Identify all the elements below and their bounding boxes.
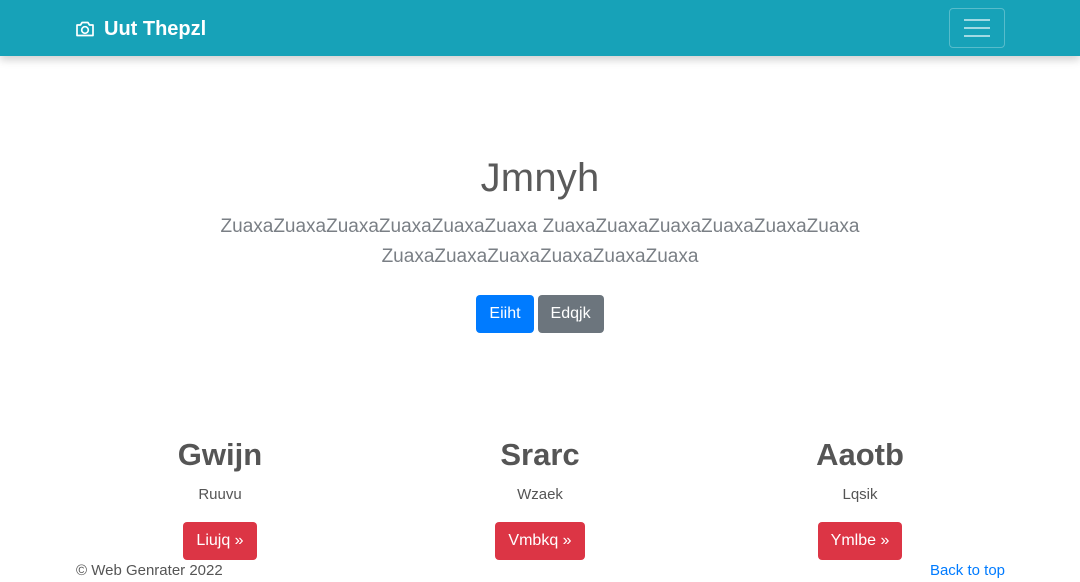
feature-button[interactable]: Liujq »	[183, 522, 257, 560]
feature-text: Wzaek	[517, 486, 563, 503]
feature-text: Lqsik	[842, 486, 878, 503]
feature-button[interactable]: Ymlbe »	[817, 522, 903, 560]
feature-column: Aaotb Lqsik Ymlbe »	[700, 432, 1020, 560]
hero-section: Jmnyh ZuaxaZuaxaZuaxaZuaxaZuaxaZuaxa Zua…	[0, 150, 1080, 333]
camera-icon	[75, 20, 95, 38]
hero-secondary-button[interactable]: Edqjk	[537, 295, 604, 333]
hero-title: Jmnyh	[480, 156, 600, 200]
feature-text: Ruuvu	[198, 486, 242, 503]
hero-lead: ZuaxaZuaxaZuaxaZuaxaZuaxaZuaxa ZuaxaZuax…	[220, 216, 860, 267]
feature-title: Srarc	[500, 437, 580, 472]
feature-button[interactable]: Vmbkq »	[495, 522, 585, 560]
hamburger-menu-icon	[964, 19, 990, 37]
navbar: Uut Thepzl	[0, 0, 1080, 56]
hero-buttons: Eiiht Edqjk	[0, 295, 1080, 333]
feature-title: Gwijn	[177, 437, 263, 472]
footer-copyright: © Web Genrater 2022	[76, 562, 223, 579]
feature-column: Srarc Wzaek Vmbkq »	[380, 432, 700, 560]
navbar-toggler-button[interactable]	[949, 8, 1005, 48]
back-to-top-link[interactable]: Back to top	[930, 561, 1005, 581]
features-row: Gwijn Ruuvu Liujq » Srarc Wzaek Vmbkq » …	[60, 432, 1020, 560]
brand-name: Uut Thepzl	[104, 17, 207, 40]
brand-link[interactable]: Uut Thepzl	[75, 16, 206, 42]
feature-column: Gwijn Ruuvu Liujq »	[60, 432, 380, 560]
hero-primary-button[interactable]: Eiiht	[476, 295, 534, 333]
feature-title: Aaotb	[816, 437, 904, 472]
